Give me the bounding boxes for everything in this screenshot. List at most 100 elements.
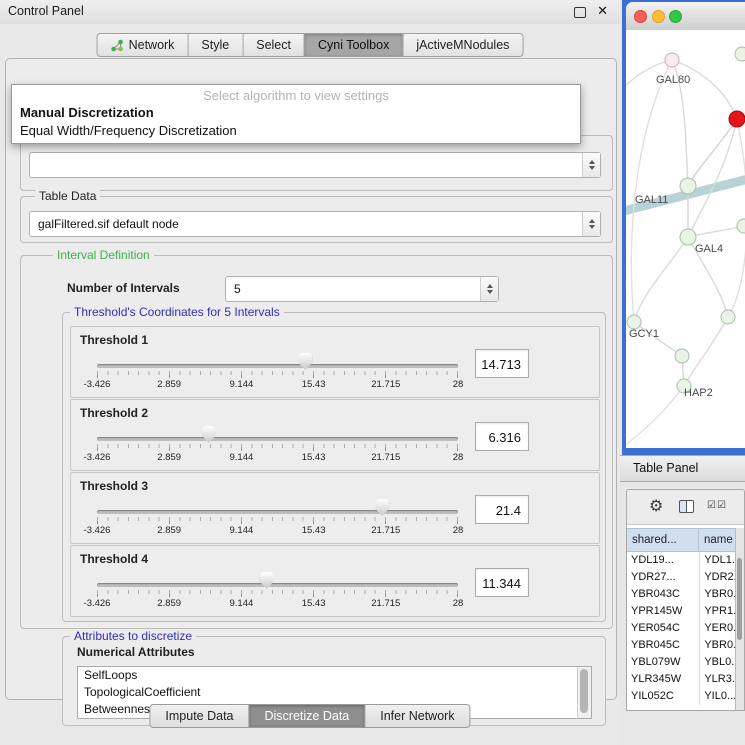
table-row[interactable]: YLR345WYLR3...: [627, 671, 738, 688]
tab-discretize-data[interactable]: Discretize Data: [249, 705, 365, 727]
network-graph: [626, 30, 745, 448]
checkbox-icons[interactable]: ☑☑: [707, 500, 727, 511]
network-window-titlebar: [626, 2, 745, 31]
number-of-intervals-stepper-icon[interactable]: [480, 277, 498, 301]
table-scrollbar[interactable]: [735, 528, 744, 710]
table-body: YDL19...YDL1... YDR27...YDR2... YBR043CY…: [627, 552, 738, 711]
column-header-shared-name[interactable]: shared...: [627, 528, 699, 552]
tab-infer-network-label: Infer Network: [380, 709, 454, 723]
list-scrollbar[interactable]: [577, 667, 591, 718]
network-canvas[interactable]: [626, 30, 745, 448]
interval-definition-group: Interval Definition Number of Intervals …: [20, 255, 613, 629]
table-row[interactable]: YBR043CYBR0...: [627, 586, 738, 603]
list-scrollbar-thumb[interactable]: [580, 669, 588, 713]
threshold-3-slider-track[interactable]: [97, 510, 458, 514]
scale-label: 28: [453, 379, 464, 390]
minimize-traffic-light-icon[interactable]: [652, 10, 665, 23]
tab-network[interactable]: Network: [98, 34, 188, 56]
numerical-attributes-label: Numerical Attributes: [77, 645, 195, 659]
screen: Control Panel ✕ Network Style Select: [0, 0, 745, 745]
cell: YLR3...: [700, 671, 738, 688]
node-label-gal80[interactable]: GAL80: [656, 74, 690, 86]
cell: YPR1...: [700, 603, 738, 620]
threshold-2-value-field[interactable]: 6.316: [475, 422, 529, 451]
slider-minor-ticks: [97, 371, 458, 375]
threshold-1-slider-track[interactable]: [97, 364, 458, 368]
scale-label: 15.43: [302, 379, 326, 390]
number-of-intervals-value: 5: [226, 282, 480, 296]
column-header-name[interactable]: name: [699, 528, 738, 552]
network-icon: [111, 39, 124, 52]
threshold-2-label: Threshold 2: [80, 406, 148, 420]
table-data-select[interactable]: galFiltered.sif default node: [29, 211, 601, 237]
node-label-gal4[interactable]: GAL4: [695, 243, 723, 255]
control-panel-titlebar: Control Panel ✕: [0, 0, 620, 24]
algorithm-select[interactable]: [29, 152, 601, 178]
table-row[interactable]: YDR27...YDR2...: [627, 569, 738, 586]
threshold-2-slider-track[interactable]: [97, 437, 458, 441]
table-data-select-stepper-icon[interactable]: [582, 212, 600, 236]
table-row[interactable]: YER054CYER0...: [627, 620, 738, 637]
cell: YBL079W: [627, 654, 700, 671]
tab-network-label: Network: [129, 38, 175, 52]
tab-cyni-toolbox[interactable]: Cyni Toolbox: [304, 34, 402, 56]
tab-discretize-data-label: Discretize Data: [265, 709, 350, 723]
tab-impute-data[interactable]: Impute Data: [150, 705, 248, 727]
node-label-gcy1[interactable]: GCY1: [629, 328, 659, 340]
threshold-panel-2: Threshold 2 -3.426 2.859 9.144 15.43 21.…: [70, 399, 600, 471]
tab-style[interactable]: Style: [187, 34, 242, 56]
number-of-intervals-label: Number of Intervals: [67, 281, 180, 295]
scale-label: -3.426: [84, 452, 111, 463]
table-row[interactable]: YIL052CYIL0...: [627, 688, 738, 705]
scale-label: 9.144: [230, 452, 254, 463]
threshold-1-label: Threshold 1: [80, 333, 148, 347]
cell: YDR27...: [627, 569, 700, 586]
table-row[interactable]: YBR045CYBR0...: [627, 637, 738, 654]
list-item[interactable]: TopologicalCoefficient: [78, 684, 591, 701]
columns-icon[interactable]: [679, 500, 694, 513]
threshold-4-slider-track[interactable]: [97, 583, 458, 587]
network-view-window[interactable]: [626, 2, 745, 448]
tab-jactivemnodules-label: jActiveMNodules: [416, 38, 509, 52]
scale-label: 2.859: [157, 598, 181, 609]
table-row[interactable]: YPR145WYPR1...: [627, 603, 738, 620]
tab-infer-network[interactable]: Infer Network: [364, 705, 469, 727]
table-scrollbar-thumb[interactable]: [737, 558, 742, 640]
threshold-3-value-field[interactable]: 21.4: [475, 495, 529, 524]
node-label-hap2[interactable]: HAP2: [684, 387, 713, 399]
table-row[interactable]: YBL079WYBL0...: [627, 654, 738, 671]
right-region: GAL80 GAL11 GAL4 GCY1 HAP2 Table Panel ⚙…: [620, 0, 745, 745]
scale-label: 9.144: [230, 525, 254, 536]
threshold-4-label: Threshold 4: [80, 552, 148, 566]
window-title: Control Panel: [8, 4, 84, 18]
tab-select[interactable]: Select: [242, 34, 304, 56]
number-of-intervals-spinner[interactable]: 5: [225, 276, 499, 302]
gear-icon[interactable]: ⚙: [649, 496, 663, 516]
zoom-traffic-light-icon[interactable]: [669, 10, 682, 23]
threshold-panel-3: Threshold 3 -3.426 2.859 9.144 15.43 21.…: [70, 472, 600, 544]
scale-label: -3.426: [84, 598, 111, 609]
scale-label: 21.715: [371, 525, 400, 536]
algorithm-select-stepper-icon[interactable]: [582, 153, 600, 177]
table-panel-header: Table Panel: [620, 455, 745, 482]
close-traffic-light-icon[interactable]: [634, 10, 647, 23]
scale-label: 21.715: [371, 452, 400, 463]
list-item[interactable]: SelfLoops: [78, 667, 591, 684]
tab-cyni-toolbox-label: Cyni Toolbox: [318, 38, 389, 52]
close-icon[interactable]: ✕: [597, 3, 608, 19]
cell: YDR2...: [700, 569, 738, 586]
popup-item-equal-width-frequency[interactable]: Equal Width/Frequency Discretization: [12, 122, 580, 140]
popup-item-manual-discretization[interactable]: Manual Discretization: [12, 104, 580, 122]
table-data-select-value: galFiltered.sif default node: [30, 217, 582, 231]
node-label-gal11[interactable]: GAL11: [635, 194, 668, 206]
tab-jactivemnodules[interactable]: jActiveMNodules: [402, 34, 522, 56]
threshold-panel-4: Threshold 4 -3.426 2.859 9.144 15.43 21.…: [70, 545, 600, 617]
top-tabbar: Network Style Select Cyni Toolbox jActiv…: [97, 33, 524, 57]
float-window-icon[interactable]: [574, 7, 586, 18]
threshold-1-value-field[interactable]: 14.713: [475, 349, 529, 378]
slider-minor-ticks: [97, 517, 458, 521]
table-row[interactable]: YDL19...YDL1...: [627, 552, 738, 569]
table-header-row: shared... name: [627, 528, 738, 552]
scale-label: 2.859: [157, 452, 181, 463]
threshold-4-value-field[interactable]: 11.344: [475, 568, 529, 597]
